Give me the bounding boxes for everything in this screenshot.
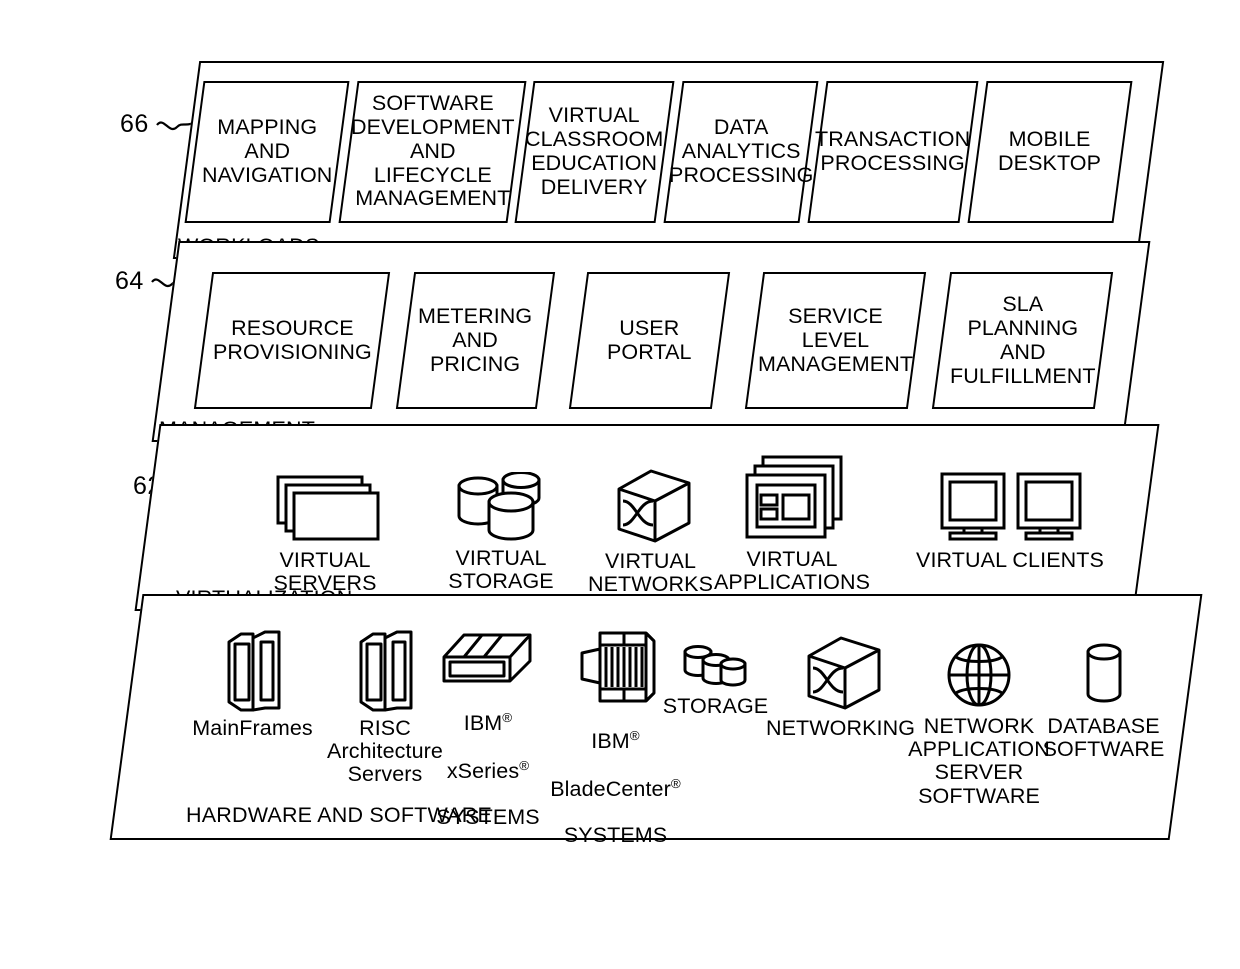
storage-disks-icon — [683, 645, 746, 687]
workload-cell-mapping-and-navigation[interactable]: MAPPING AND NAVIGATION — [184, 81, 350, 223]
hardware-item-label: MainFrames — [192, 716, 313, 740]
stacked-screens-icon — [276, 475, 380, 541]
management-cell-service-level-management[interactable]: SERVICE LEVEL MANAGEMENT — [744, 272, 927, 409]
virtualization-item-label: VIRTUAL STORAGE — [448, 546, 554, 594]
virtualization-item-virtual-clients[interactable]: VIRTUAL CLIENTS — [910, 470, 1110, 572]
management-cell-label: SERVICE LEVEL MANAGEMENT — [757, 303, 914, 376]
management-cell-metering-and-pricing[interactable]: METERING AND PRICING — [395, 272, 556, 409]
hardware-item-label: IBM® BladeCenter® SYSTEMS — [550, 706, 681, 848]
workload-cell-virtual-classroom-education-delivery[interactable]: VIRTUAL CLASSROOM EDUCATION DELIVERY — [514, 81, 675, 223]
ibm-bladecenter-line1: IBM® — [591, 728, 640, 754]
workload-cell-data-analytics-processing[interactable]: DATA ANALYTICS PROCESSING — [663, 81, 819, 223]
hardware-item-database-software[interactable]: DATABASE SOFTWARE — [1043, 638, 1164, 761]
hardware-item-label: STORAGE — [662, 694, 769, 718]
workload-cell-transaction-processing[interactable]: TRANSACTION PROCESSING — [807, 81, 979, 223]
two-monitors-icon — [940, 472, 1082, 541]
ibm-xseries-line1: IBM® — [463, 710, 513, 736]
rack-unit-icon — [442, 633, 532, 683]
workload-cell-mobile-desktop[interactable]: MOBILE DESKTOP — [967, 81, 1133, 223]
ibm-bladecenter-line3: SYSTEMS — [563, 823, 668, 848]
virtualization-item-label: VIRTUAL CLIENTS — [916, 548, 1104, 572]
hardware-item-label: DATABASE SOFTWARE — [1042, 714, 1165, 762]
database-cylinder-icon — [1086, 643, 1121, 703]
virtualization-item-label: VIRTUAL NETWORKS — [587, 549, 714, 597]
patent-figure-canvas: 66 64 62 60 MAPPING AND NAVIGATION SOFTW… — [0, 0, 1240, 969]
workload-cell-label: TRANSACTION PROCESSING — [815, 127, 971, 175]
management-cell-sla-planning-and-fulfillment[interactable]: SLA PLANNING AND FULFILLMENT — [931, 272, 1114, 409]
hardware-item-storage[interactable]: STORAGE — [658, 640, 773, 718]
virtualization-item-virtual-storage[interactable]: VIRTUAL STORAGE — [441, 472, 561, 593]
workload-cell-label: SOFTWARE DEVELOPMENT AND LIFECYCLE MANAG… — [350, 91, 515, 211]
management-cell-label: RESOURCE PROVISIONING — [212, 315, 372, 364]
workload-cell-software-development-and-lifecycle-management[interactable]: SOFTWARE DEVELOPMENT AND LIFECYCLE MANAG… — [338, 81, 527, 223]
reference-numeral-66: 66 — [120, 110, 149, 138]
network-cube-icon — [617, 469, 690, 543]
hardware-item-label: RISC Architecture Servers — [327, 716, 443, 787]
risc-server-icon — [359, 630, 413, 712]
hardware-item-networking[interactable]: NETWORKING — [765, 634, 916, 740]
mainframe-icon — [227, 630, 280, 712]
hardware-item-label: NETWORKING — [765, 716, 916, 740]
globe-icon — [947, 643, 1011, 707]
stacked-windows-icon — [745, 455, 843, 539]
layer-label-hardware-and-software: HARDWARE AND SOFTWARE — [186, 803, 493, 827]
virtualization-item-label: VIRTUAL APPLICATIONS — [713, 547, 871, 595]
reference-numeral-64: 64 — [115, 267, 144, 295]
workload-cell-label: DATA ANALYTICS PROCESSING — [668, 115, 814, 187]
workload-cell-label: MAPPING AND NAVIGATION — [201, 115, 333, 187]
bladecenter-icon — [580, 631, 655, 703]
disk-cylinders-icon — [457, 472, 541, 541]
virtualization-item-virtual-applications[interactable]: VIRTUAL APPLICATIONS — [713, 453, 871, 595]
management-cell-label: SLA PLANNING AND FULFILLMENT — [949, 291, 1096, 388]
hardware-item-ibm-xseries-systems[interactable]: IBM® xSeries® SYSTEMS — [428, 631, 548, 830]
ibm-bladecenter-line2: BladeCenter® — [550, 775, 681, 801]
hardware-item-network-application-server-software[interactable]: NETWORK APPLICATION SERVER SOFTWARE — [908, 638, 1050, 808]
management-cell-label: METERING AND PRICING — [418, 303, 533, 376]
workload-cell-label: MOBILE DESKTOP — [998, 127, 1102, 175]
ibm-xseries-line2: xSeries® — [446, 757, 530, 783]
network-cube-icon — [807, 636, 880, 710]
management-cell-label: USER PORTAL — [607, 315, 692, 364]
management-cell-resource-provisioning[interactable]: RESOURCE PROVISIONING — [193, 272, 391, 409]
hardware-item-label: NETWORK APPLICATION SERVER SOFTWARE — [908, 714, 1050, 808]
virtualization-item-virtual-networks[interactable]: VIRTUAL NETWORKS — [588, 467, 713, 596]
hardware-item-mainframes[interactable]: MainFrames — [180, 630, 325, 740]
workload-cell-label: VIRTUAL CLASSROOM EDUCATION DELIVERY — [525, 103, 664, 199]
management-cell-user-portal[interactable]: USER PORTAL — [568, 272, 731, 409]
virtualization-item-virtual-servers[interactable]: VIRTUAL SERVERS — [230, 474, 420, 595]
